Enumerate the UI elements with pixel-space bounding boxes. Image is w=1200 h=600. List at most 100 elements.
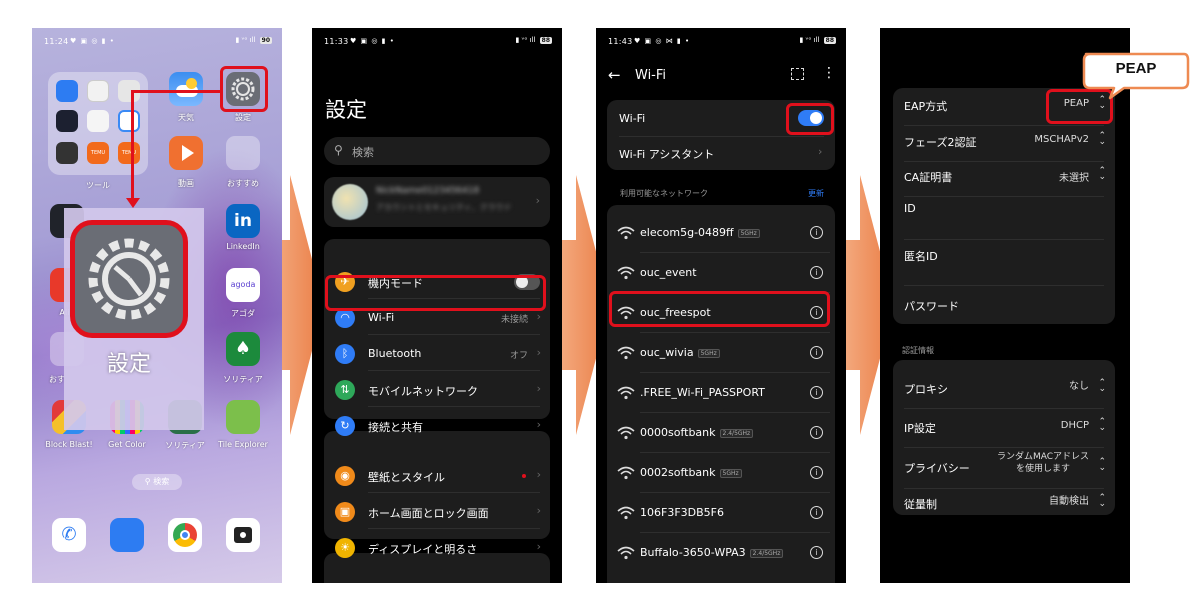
network-name: ouc_event: [640, 266, 697, 279]
refresh-link[interactable]: 更新: [808, 188, 824, 199]
identity-row[interactable]: ID: [893, 194, 1115, 240]
clock-app-icon[interactable]: [87, 80, 109, 102]
info-icon[interactable]: i: [810, 346, 823, 359]
network-row[interactable]: ouc_wivia 5GHz i: [607, 333, 835, 373]
status-right: ▮ ᵛᵒ ıll 90: [235, 36, 272, 44]
band-badge: 2.4/5GHz: [749, 548, 784, 558]
settings-item-mobile-network[interactable]: ⇅ モバイルネットワーク ›: [324, 373, 550, 407]
settings-highlight-box: [220, 66, 268, 112]
settings-item-display-brightness[interactable]: ☀ ディスプレイと明るさ ›: [324, 531, 550, 565]
display-brightness-icon: ☀: [335, 538, 355, 558]
messages-app-icon[interactable]: [110, 518, 144, 552]
recommend-folder-icon[interactable]: [226, 136, 260, 170]
linkedin-app-icon[interactable]: in: [226, 204, 260, 238]
linkedin-label: LinkedIn: [226, 242, 260, 251]
chevron-right-icon: ›: [536, 418, 541, 431]
home-search-pill[interactable]: ⚲ 検索: [132, 474, 182, 490]
search-placeholder: 検索: [352, 146, 374, 159]
info-icon[interactable]: i: [810, 426, 823, 439]
anonymous-identity-row[interactable]: 匿名ID: [893, 240, 1115, 286]
network-row[interactable]: 106F3F3DB5F6 i: [607, 493, 835, 533]
wifi-icon: ◠: [335, 308, 355, 328]
network-row[interactable]: ouc_event i: [607, 253, 835, 293]
battery-badge: 88: [539, 37, 552, 44]
settings-item-bluetooth[interactable]: ᛒ Bluetooth オフ ›: [324, 337, 550, 371]
ip-settings-row[interactable]: IP設定 DHCP ⌃ ⌄: [893, 412, 1115, 448]
settings-zoom-label: 設定: [106, 352, 151, 377]
temu2-app-icon[interactable]: TEMU: [118, 142, 140, 164]
files-app-icon[interactable]: [56, 80, 78, 102]
search-input[interactable]: ⚲ 検索: [324, 137, 550, 165]
info-icon[interactable]: i: [810, 506, 823, 519]
network-row[interactable]: .FREE_Wi-Fi_PASSPORT i: [607, 373, 835, 413]
bluetooth-label: Bluetooth: [368, 347, 422, 360]
temu-app-icon[interactable]: TEMU: [87, 142, 109, 164]
status-time: 11:43: [608, 37, 633, 46]
more-menu-icon[interactable]: ⋮: [822, 65, 836, 81]
privacy-row[interactable]: プライバシー ランダムMACアドレス を使用します ⌃ ⌄: [893, 448, 1115, 489]
password-row[interactable]: パスワード: [893, 290, 1115, 326]
battery-badge: 88: [823, 37, 836, 44]
proxy-row[interactable]: プロキシ なし ⌃ ⌄: [893, 373, 1115, 409]
wifi-assistant-label[interactable]: Wi-Fi アシスタント: [619, 146, 714, 162]
settings-item-home-lock-screen[interactable]: ▣ ホーム画面とロック画面 ›: [324, 495, 550, 529]
chevron-right-icon: ›: [536, 382, 541, 395]
password-label: パスワード: [904, 300, 959, 313]
up-down-icon: ⌃ ⌄: [1098, 166, 1106, 182]
wifi-toggle-highlight-box: [786, 103, 834, 135]
wifi-value: 未接続: [500, 315, 528, 325]
settings-label: 設定: [235, 113, 251, 122]
network-row[interactable]: Buffalo-3650-WPA3 2.4/5GHz i: [607, 533, 835, 573]
wifi-row-highlight-box: [325, 275, 546, 311]
chevron-right-icon: ›: [536, 310, 541, 323]
metered-row[interactable]: 従量制 自動検出 ⌃ ⌄: [893, 488, 1115, 524]
profile-card[interactable]: NickName0123456418 アカウントとセキュリティ、クラウド ›: [324, 177, 550, 227]
chrome-app-icon[interactable]: [168, 518, 202, 552]
network-row[interactable]: 0000softbank 2.4/5GHz i: [607, 413, 835, 453]
scan-qr-icon[interactable]: [791, 68, 804, 80]
settings-zoom-icon: [70, 220, 188, 338]
phase2-auth-row[interactable]: フェーズ2認証 MSCHAPv2 ⌃ ⌄: [893, 126, 1115, 162]
compass-app-icon[interactable]: [56, 110, 78, 132]
info-icon[interactable]: i: [810, 226, 823, 239]
divider: [368, 370, 540, 371]
tile-explorer-app-icon[interactable]: [226, 400, 260, 434]
notes-app-icon[interactable]: [118, 110, 140, 132]
settings-item-sound-vibration[interactable]: ♪サウンドとバイブレーション›: [324, 581, 550, 583]
video-app-icon[interactable]: [169, 136, 203, 170]
info-icon[interactable]: i: [810, 266, 823, 279]
up-down-icon: ⌃ ⌄: [1098, 131, 1106, 147]
wifi-screen: 11:43 ♥ ▣ ◎ ⋈ ▮ • ▮ ᵛᵒ ıll 88 ← Wi-Fi ⋮ …: [596, 28, 846, 583]
mobile-network-icon: ⇅: [335, 380, 355, 400]
tools-folder-label: ツール: [86, 181, 110, 190]
calculator-app-icon[interactable]: [87, 110, 109, 132]
info-icon[interactable]: i: [810, 386, 823, 399]
network-row[interactable]: elecom5g-0489ff 5GHz i: [607, 213, 835, 253]
network-ssid: Buffalo-3650-WPA3: [640, 546, 746, 559]
wifi-signal-icon: [617, 546, 635, 560]
gear-icon: [88, 238, 170, 320]
privacy-value: ランダムMACアドレス を使用します: [996, 452, 1089, 474]
info-icon[interactable]: i: [810, 466, 823, 479]
camera-app-icon[interactable]: [226, 518, 260, 552]
back-arrow-icon[interactable]: ←: [608, 66, 621, 84]
phone-app-icon[interactable]: ✆: [52, 518, 86, 552]
settings-item-connection-sharing[interactable]: ↻ 接続と共有 ›: [324, 409, 550, 443]
recommend-label: おすすめ: [227, 179, 259, 188]
info-icon[interactable]: i: [810, 546, 823, 559]
solitaire-app-icon[interactable]: ♠: [226, 332, 260, 366]
chevron-right-icon: ›: [536, 504, 541, 517]
network-row[interactable]: 0002softbank 5GHz i: [607, 453, 835, 493]
ip-settings-label: IP設定: [904, 422, 936, 435]
lock-app-icon[interactable]: [56, 142, 78, 164]
ca-certificate-row[interactable]: CA証明書 未選択 ⌃ ⌄: [893, 161, 1115, 197]
chevron-right-icon: ›: [536, 468, 541, 481]
metered-value: 自動検出: [1049, 496, 1089, 507]
home-lock-screen-icon: ▣: [335, 502, 355, 522]
settings-item-wallpaper-style[interactable]: ◉ 壁紙とスタイル ›: [324, 459, 550, 493]
weather-app-icon[interactable]: [169, 72, 203, 106]
divider: [904, 285, 1104, 286]
tile-explorer-label: Tile Explorer: [218, 440, 268, 449]
eap-config-screen: EAP方式 PEAP ⌃ ⌄ フェーズ2認証 MSCHAPv2 ⌃ ⌄ CA証明書 未選択 ⌃ ⌄ ID…: [880, 28, 1130, 583]
agoda-app-icon[interactable]: agoda: [226, 268, 260, 302]
